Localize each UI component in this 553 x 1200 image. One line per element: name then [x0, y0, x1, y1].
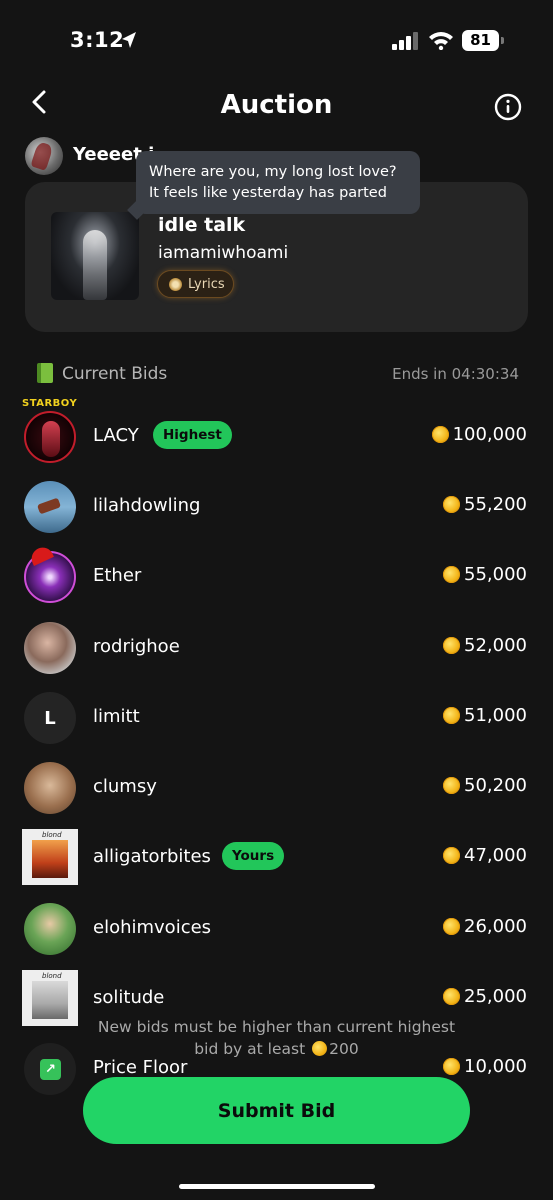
wifi-icon [429, 32, 453, 50]
bid-amount-value: 55,000 [464, 564, 527, 585]
lyrics-button[interactable]: Lyrics [157, 270, 234, 298]
bid-amount: 25,000 [443, 986, 527, 1007]
bidder-name[interactable]: Ether [93, 565, 141, 586]
bid-row[interactable]: STARBOY LACY Highest 100,000 [0, 398, 553, 471]
status-time: 3:12 [70, 28, 125, 52]
location-arrow-icon [122, 32, 136, 48]
coin-icon [312, 1041, 328, 1056]
bidder-name[interactable]: clumsy [93, 776, 157, 797]
song-cover-art [51, 212, 139, 300]
bid-row[interactable]: Ether 55,000 [0, 541, 553, 611]
bidder-name[interactable]: lilahdowling [93, 495, 200, 516]
avatar-art [32, 840, 68, 878]
coin-icon [443, 847, 461, 864]
info-button[interactable] [494, 93, 522, 121]
price-chart-icon: ↗ [40, 1059, 61, 1080]
notice-line-2: bid by at least [194, 1040, 306, 1058]
lyrics-label: Lyrics [188, 276, 225, 292]
coin-icon [443, 988, 461, 1005]
bid-row[interactable]: L limitt 51,000 [0, 682, 553, 752]
bid-amount-value: 100,000 [452, 424, 527, 445]
bid-amount: 47,000 [443, 845, 527, 866]
bid-row[interactable]: lilahdowling 55,200 [0, 471, 553, 541]
bidder-name[interactable]: alligatorbites [93, 846, 211, 867]
coin-icon [443, 918, 461, 935]
bid-amount-value: 26,000 [464, 916, 527, 937]
bid-amount: 51,000 [443, 705, 527, 726]
bid-notice: New bids must be higher than current hig… [60, 1016, 493, 1060]
bidder-avatar[interactable] [24, 622, 76, 674]
book-icon [37, 363, 53, 383]
yours-badge: Yours [222, 842, 285, 870]
home-indicator[interactable] [179, 1184, 375, 1189]
host-avatar[interactable] [25, 137, 63, 175]
lyrics-tooltip: Where are you, my long lost love? It fee… [136, 151, 420, 214]
bidder-avatar[interactable]: L [24, 692, 76, 744]
status-bar: 3:12 81 [0, 0, 553, 70]
cover-figure [83, 230, 107, 300]
bidder-avatar[interactable] [22, 829, 78, 885]
bid-amount: 55,000 [443, 564, 527, 585]
battery-nub [501, 37, 504, 44]
bidder-avatar[interactable] [24, 903, 76, 955]
coin-icon [443, 1058, 461, 1075]
bid-amount-value: 50,200 [464, 775, 527, 796]
bid-amount-value: 25,000 [464, 986, 527, 1007]
bidder-avatar[interactable] [24, 411, 76, 463]
bidder-name[interactable]: elohimvoices [93, 917, 211, 938]
bid-amount-value: 52,000 [464, 635, 527, 656]
avatar-art [32, 981, 68, 1019]
bid-amount: 26,000 [443, 916, 527, 937]
coin-icon [443, 707, 461, 724]
battery-level: 81 [462, 30, 499, 51]
avatar-label: STARBOY [22, 398, 78, 409]
bid-row[interactable]: rodrighoe 52,000 [0, 612, 553, 682]
bidder-name[interactable]: solitude [93, 987, 164, 1008]
bid-amount: 55,200 [443, 494, 527, 515]
bid-amount: 52,000 [443, 635, 527, 656]
bid-amount-value: 55,200 [464, 494, 527, 515]
battery-icon: 81 [462, 30, 504, 52]
bidder-avatar[interactable] [24, 762, 76, 814]
cellular-signal-icon [392, 32, 418, 50]
current-bids-title: Current Bids [62, 364, 168, 384]
bid-amount: 50,200 [443, 775, 527, 796]
song-title: idle talk [158, 214, 246, 236]
price-floor-label: Price Floor [93, 1057, 188, 1078]
submit-bid-button[interactable]: Submit Bid [83, 1077, 470, 1144]
auction-countdown: Ends in 04:30:34 [392, 365, 519, 383]
tooltip-line-1: Where are you, my long lost love? [149, 164, 397, 180]
coin-icon [443, 566, 461, 583]
coin-icon [443, 777, 461, 794]
bidder-name[interactable]: limitt [93, 706, 140, 727]
bid-amount: 100,000 [431, 424, 527, 445]
bid-row[interactable]: clumsy 50,200 [0, 752, 553, 822]
bidder-avatar[interactable] [24, 481, 76, 533]
lyrics-icon [169, 277, 182, 291]
bid-row[interactable]: elohimvoices 26,000 [0, 893, 553, 963]
notice-min-increment: 200 [329, 1040, 359, 1058]
coin-icon [443, 496, 461, 513]
bid-row[interactable]: alligatorbites Yours 47,000 [0, 822, 553, 892]
bid-amount-value: 51,000 [464, 705, 527, 726]
notice-line-1: New bids must be higher than current hig… [97, 1018, 456, 1036]
song-artist[interactable]: iamamiwhoami [158, 243, 288, 263]
bidder-name[interactable]: LACY [93, 425, 139, 446]
coin-icon [443, 637, 461, 654]
page-title: Auction [220, 90, 333, 120]
highest-badge: Highest [153, 421, 232, 449]
tooltip-line-2: It feels like yesterday has parted [149, 185, 387, 201]
bidder-name[interactable]: rodrighoe [93, 636, 180, 657]
bid-amount-value: 47,000 [464, 845, 527, 866]
coin-icon [431, 426, 449, 443]
